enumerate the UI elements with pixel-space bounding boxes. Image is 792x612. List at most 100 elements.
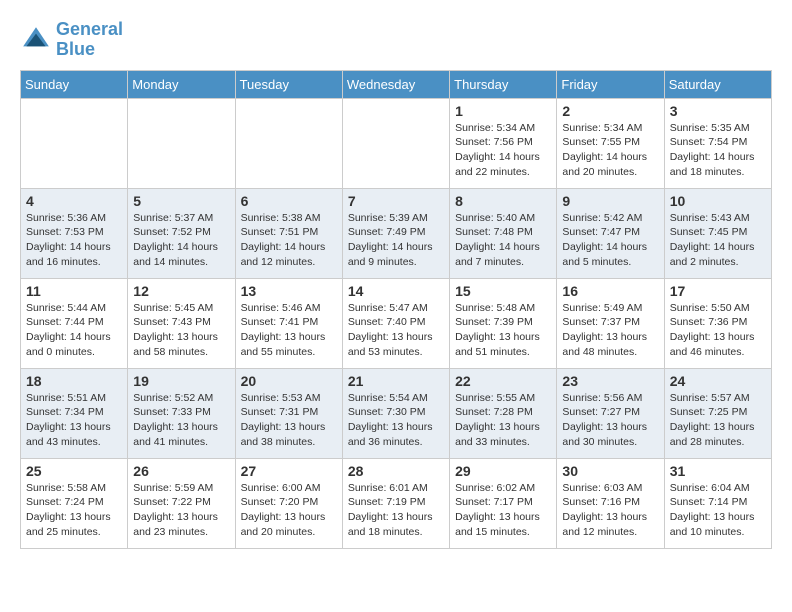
calendar-cell: 2 Sunrise: 5:34 AM Sunset: 7:55 PM Daylig… <box>557 98 664 188</box>
calendar-cell: 31 Sunrise: 6:04 AM Sunset: 7:14 PM Dayli… <box>664 458 771 548</box>
calendar-cell: 5 Sunrise: 5:37 AM Sunset: 7:52 PM Daylig… <box>128 188 235 278</box>
calendar-cell <box>342 98 449 188</box>
day-info: Sunrise: 5:59 AM Sunset: 7:22 PM Dayligh… <box>133 481 229 540</box>
calendar-cell: 8Sunrise: 5:40 AM Sunset: 7:48 PM Daylig… <box>450 188 557 278</box>
day-number: 3 <box>670 103 766 119</box>
calendar-cell <box>235 98 342 188</box>
calendar-cell: 9 Sunrise: 5:42 AM Sunset: 7:47 PM Daylig… <box>557 188 664 278</box>
day-number: 28 <box>348 463 444 479</box>
calendar-cell: 24 Sunrise: 5:57 AM Sunset: 7:25 PM Dayli… <box>664 368 771 458</box>
day-number: 19 <box>133 373 229 389</box>
calendar-cell: 30 Sunrise: 6:03 AM Sunset: 7:16 PM Dayli… <box>557 458 664 548</box>
calendar-cell: 15 Sunrise: 5:48 AM Sunset: 7:39 PM Dayli… <box>450 278 557 368</box>
day-number: 23 <box>562 373 658 389</box>
day-number: 13 <box>241 283 337 299</box>
calendar-cell: 7 Sunrise: 5:39 AM Sunset: 7:49 PM Daylig… <box>342 188 449 278</box>
day-number: 26 <box>133 463 229 479</box>
logo-icon <box>20 24 52 56</box>
calendar-cell <box>21 98 128 188</box>
calendar-cell: 18 Sunrise: 5:51 AM Sunset: 7:34 PM Dayli… <box>21 368 128 458</box>
day-info: Sunrise: 5:58 AM Sunset: 7:24 PM Dayligh… <box>26 481 122 540</box>
weekday-header-sunday: Sunday <box>21 70 128 98</box>
calendar-cell: 28 Sunrise: 6:01 AM Sunset: 7:19 PM Dayli… <box>342 458 449 548</box>
day-info: Sunrise: 5:40 AM Sunset: 7:48 PM Dayligh… <box>455 211 551 270</box>
day-number: 30 <box>562 463 658 479</box>
calendar-cell: 19 Sunrise: 5:52 AM Sunset: 7:33 PM Dayli… <box>128 368 235 458</box>
day-info: Sunrise: 5:37 AM Sunset: 7:52 PM Dayligh… <box>133 211 229 270</box>
calendar-cell: 14 Sunrise: 5:47 AM Sunset: 7:40 PM Dayli… <box>342 278 449 368</box>
day-info: Sunrise: 5:52 AM Sunset: 7:33 PM Dayligh… <box>133 391 229 450</box>
calendar-cell: 10 Sunrise: 5:43 AM Sunset: 7:45 PM Dayli… <box>664 188 771 278</box>
day-info: Sunrise: 5:45 AM Sunset: 7:43 PM Dayligh… <box>133 301 229 360</box>
calendar-cell: 11Sunrise: 5:44 AM Sunset: 7:44 PM Dayli… <box>21 278 128 368</box>
day-info: Sunrise: 6:04 AM Sunset: 7:14 PM Dayligh… <box>670 481 766 540</box>
day-number: 2 <box>562 103 658 119</box>
day-info: Sunrise: 6:02 AM Sunset: 7:17 PM Dayligh… <box>455 481 551 540</box>
calendar-cell: 16 Sunrise: 5:49 AM Sunset: 7:37 PM Dayli… <box>557 278 664 368</box>
day-info: Sunrise: 5:39 AM Sunset: 7:49 PM Dayligh… <box>348 211 444 270</box>
calendar-cell: 22Sunrise: 5:55 AM Sunset: 7:28 PM Dayli… <box>450 368 557 458</box>
weekday-header-thursday: Thursday <box>450 70 557 98</box>
day-info: Sunrise: 5:55 AM Sunset: 7:28 PM Dayligh… <box>455 391 551 450</box>
day-info: Sunrise: 5:56 AM Sunset: 7:27 PM Dayligh… <box>562 391 658 450</box>
calendar-week-row: 1Sunrise: 5:34 AM Sunset: 7:56 PM Daylig… <box>21 98 772 188</box>
day-number: 31 <box>670 463 766 479</box>
calendar-cell: 21 Sunrise: 5:54 AM Sunset: 7:30 PM Dayli… <box>342 368 449 458</box>
day-number: 18 <box>26 373 122 389</box>
day-info: Sunrise: 5:49 AM Sunset: 7:37 PM Dayligh… <box>562 301 658 360</box>
calendar-cell: 13 Sunrise: 5:46 AM Sunset: 7:41 PM Dayli… <box>235 278 342 368</box>
day-info: Sunrise: 5:44 AM Sunset: 7:44 PM Dayligh… <box>26 301 122 360</box>
day-info: Sunrise: 5:34 AM Sunset: 7:55 PM Dayligh… <box>562 121 658 180</box>
calendar-table: SundayMondayTuesdayWednesdayThursdayFrid… <box>20 70 772 549</box>
day-info: Sunrise: 5:46 AM Sunset: 7:41 PM Dayligh… <box>241 301 337 360</box>
day-number: 25 <box>26 463 122 479</box>
day-info: Sunrise: 5:47 AM Sunset: 7:40 PM Dayligh… <box>348 301 444 360</box>
day-info: Sunrise: 5:35 AM Sunset: 7:54 PM Dayligh… <box>670 121 766 180</box>
calendar-week-row: 4 Sunrise: 5:36 AM Sunset: 7:53 PM Daylig… <box>21 188 772 278</box>
day-info: Sunrise: 5:38 AM Sunset: 7:51 PM Dayligh… <box>241 211 337 270</box>
day-number: 14 <box>348 283 444 299</box>
weekday-header-wednesday: Wednesday <box>342 70 449 98</box>
calendar-cell <box>128 98 235 188</box>
day-info: Sunrise: 6:01 AM Sunset: 7:19 PM Dayligh… <box>348 481 444 540</box>
day-number: 1 <box>455 103 551 119</box>
calendar-week-row: 25 Sunrise: 5:58 AM Sunset: 7:24 PM Dayli… <box>21 458 772 548</box>
calendar-cell: 26 Sunrise: 5:59 AM Sunset: 7:22 PM Dayli… <box>128 458 235 548</box>
weekday-header-tuesday: Tuesday <box>235 70 342 98</box>
logo-text: General Blue <box>56 20 123 60</box>
day-info: Sunrise: 5:57 AM Sunset: 7:25 PM Dayligh… <box>670 391 766 450</box>
day-info: Sunrise: 5:43 AM Sunset: 7:45 PM Dayligh… <box>670 211 766 270</box>
weekday-header-row: SundayMondayTuesdayWednesdayThursdayFrid… <box>21 70 772 98</box>
day-number: 21 <box>348 373 444 389</box>
day-number: 9 <box>562 193 658 209</box>
calendar-cell: 25 Sunrise: 5:58 AM Sunset: 7:24 PM Dayli… <box>21 458 128 548</box>
calendar-cell: 23 Sunrise: 5:56 AM Sunset: 7:27 PM Dayli… <box>557 368 664 458</box>
day-info: Sunrise: 5:51 AM Sunset: 7:34 PM Dayligh… <box>26 391 122 450</box>
day-info: Sunrise: 5:54 AM Sunset: 7:30 PM Dayligh… <box>348 391 444 450</box>
day-number: 24 <box>670 373 766 389</box>
day-number: 5 <box>133 193 229 209</box>
calendar-week-row: 11Sunrise: 5:44 AM Sunset: 7:44 PM Dayli… <box>21 278 772 368</box>
day-number: 12 <box>133 283 229 299</box>
day-number: 4 <box>26 193 122 209</box>
day-info: Sunrise: 5:36 AM Sunset: 7:53 PM Dayligh… <box>26 211 122 270</box>
day-number: 7 <box>348 193 444 209</box>
day-number: 17 <box>670 283 766 299</box>
calendar-cell: 27 Sunrise: 6:00 AM Sunset: 7:20 PM Dayli… <box>235 458 342 548</box>
day-info: Sunrise: 6:03 AM Sunset: 7:16 PM Dayligh… <box>562 481 658 540</box>
day-number: 27 <box>241 463 337 479</box>
day-number: 10 <box>670 193 766 209</box>
day-info: Sunrise: 5:48 AM Sunset: 7:39 PM Dayligh… <box>455 301 551 360</box>
day-info: Sunrise: 5:42 AM Sunset: 7:47 PM Dayligh… <box>562 211 658 270</box>
day-number: 6 <box>241 193 337 209</box>
weekday-header-monday: Monday <box>128 70 235 98</box>
day-number: 16 <box>562 283 658 299</box>
day-number: 20 <box>241 373 337 389</box>
calendar-cell: 1Sunrise: 5:34 AM Sunset: 7:56 PM Daylig… <box>450 98 557 188</box>
calendar-cell: 4 Sunrise: 5:36 AM Sunset: 7:53 PM Daylig… <box>21 188 128 278</box>
calendar-week-row: 18 Sunrise: 5:51 AM Sunset: 7:34 PM Dayli… <box>21 368 772 458</box>
day-number: 29 <box>455 463 551 479</box>
calendar-cell: 6 Sunrise: 5:38 AM Sunset: 7:51 PM Daylig… <box>235 188 342 278</box>
day-number: 15 <box>455 283 551 299</box>
day-info: Sunrise: 6:00 AM Sunset: 7:20 PM Dayligh… <box>241 481 337 540</box>
